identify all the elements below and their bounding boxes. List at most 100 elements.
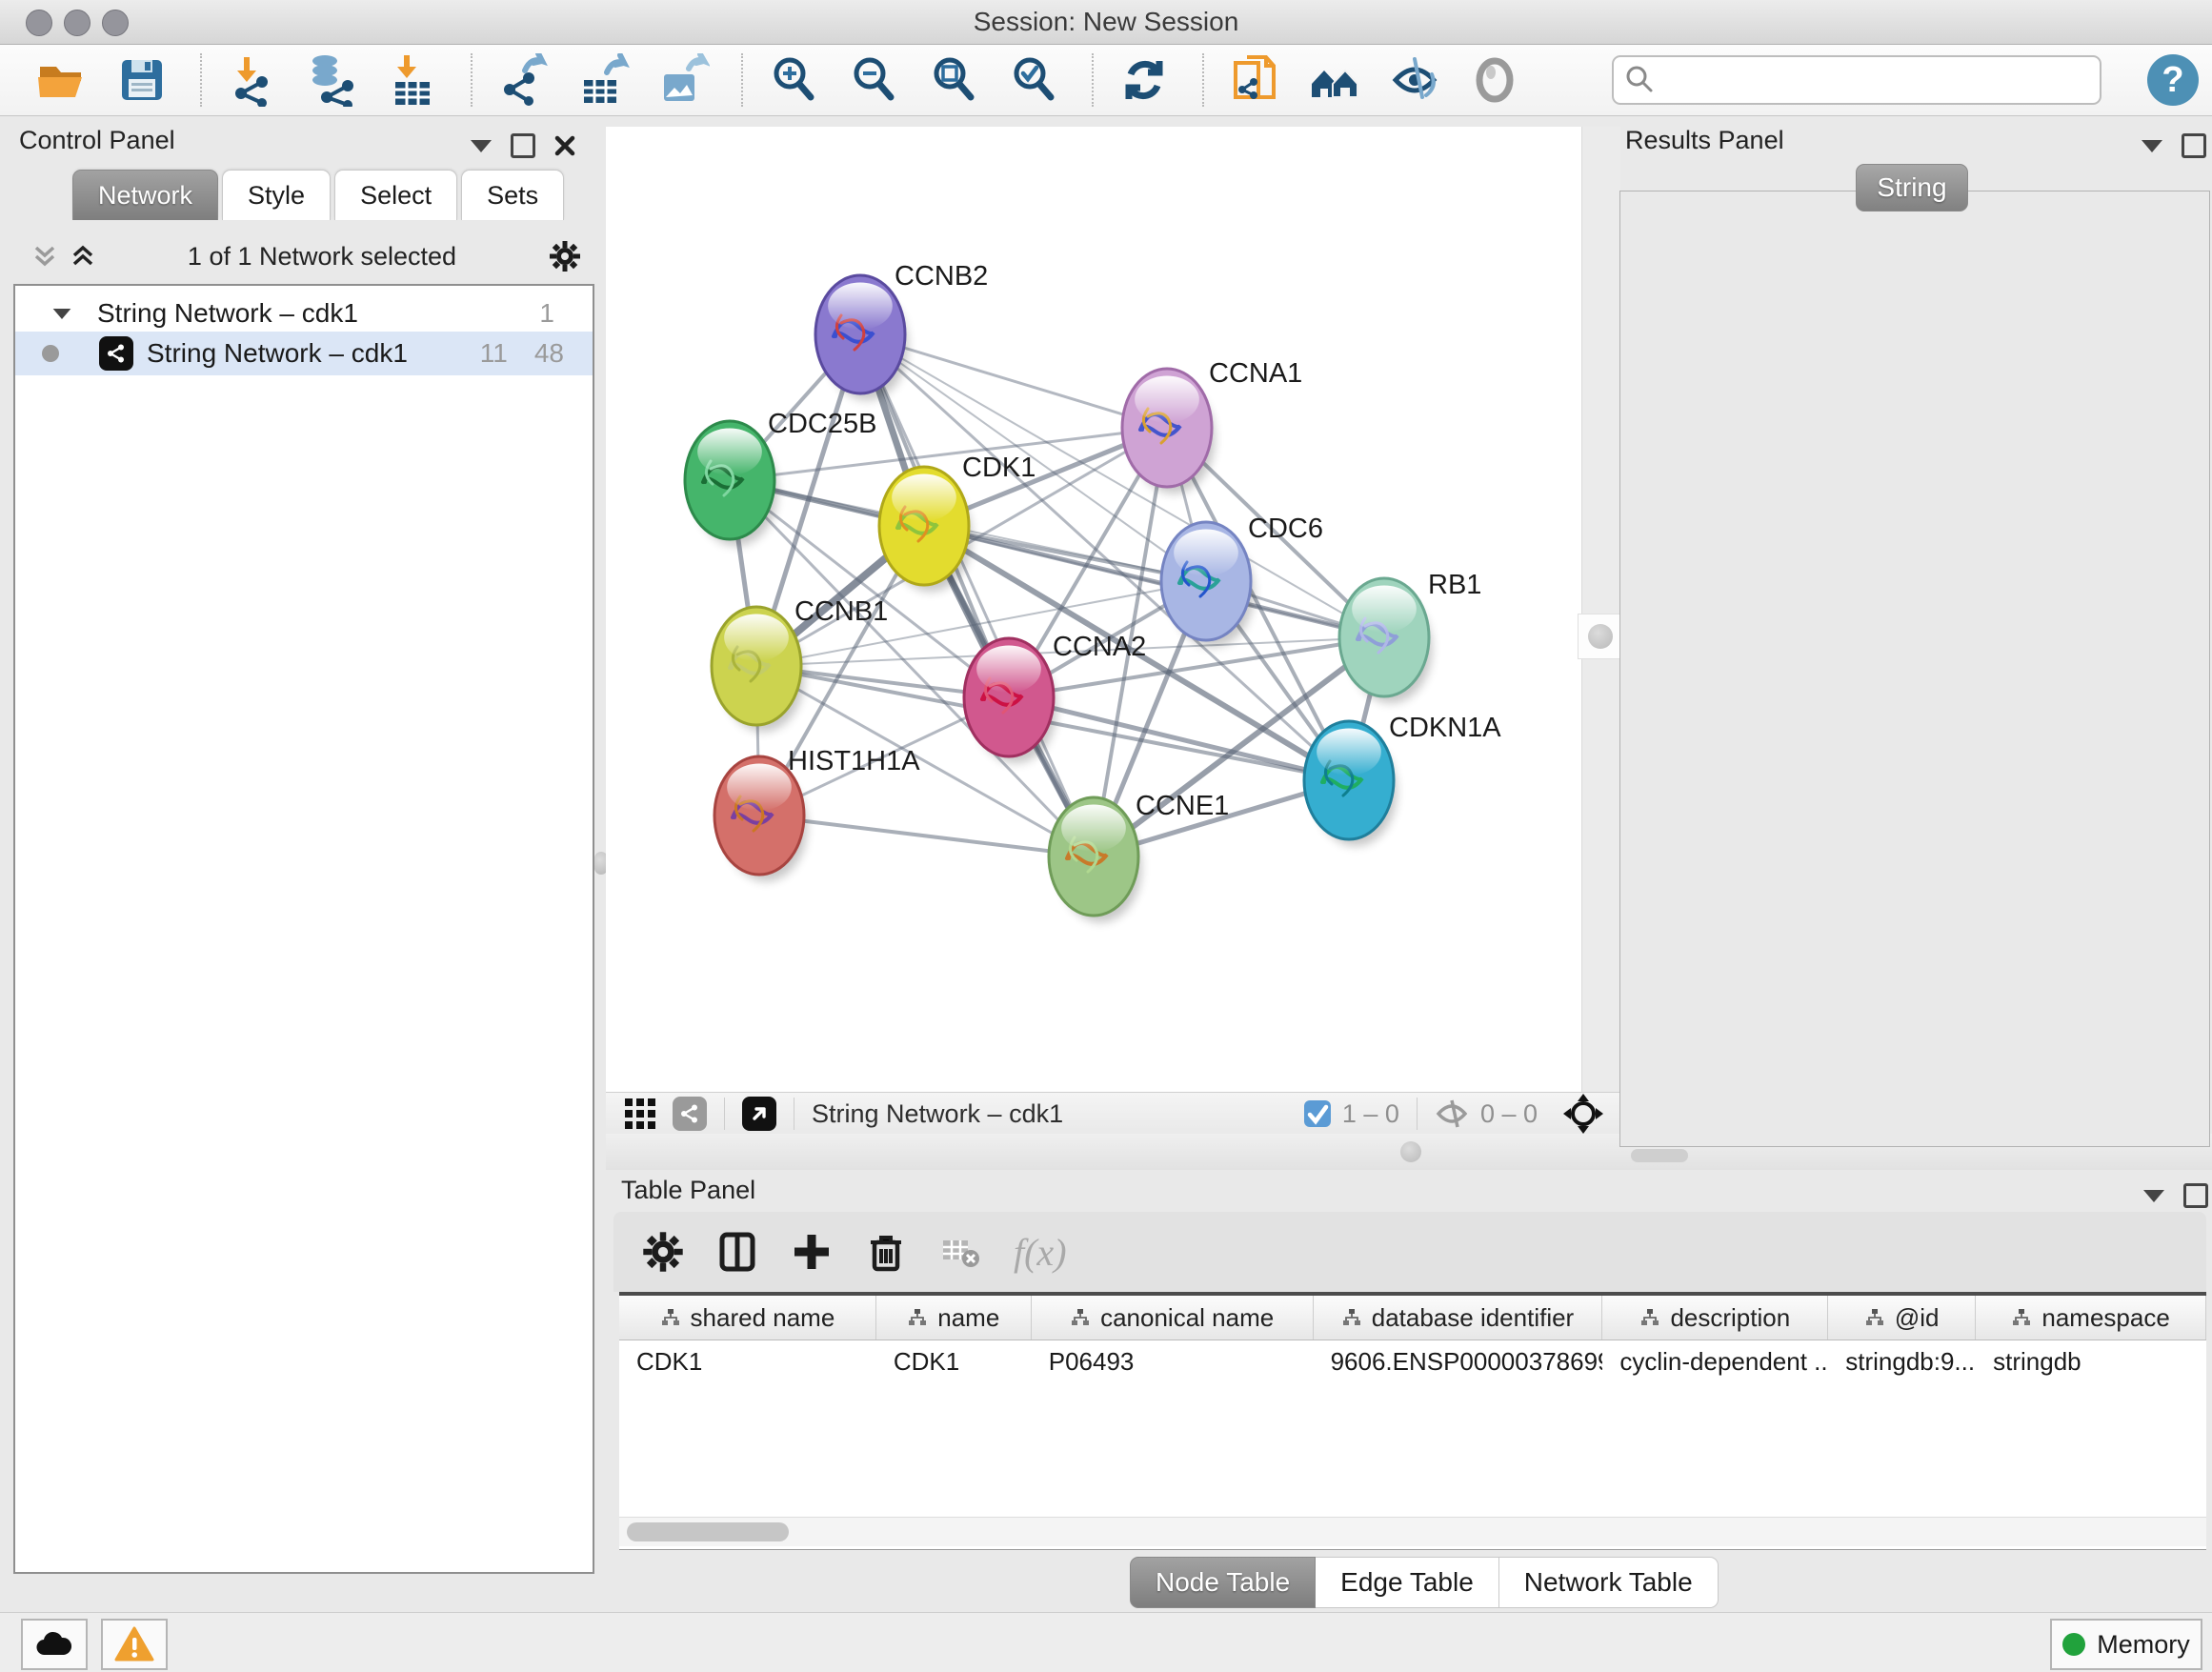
column-header-database-identifier[interactable]: database identifier [1314,1296,1603,1340]
column-header-name[interactable]: name [876,1296,1032,1340]
network-node-CDKN1A[interactable] [1304,721,1397,846]
show-all-button[interactable] [1467,52,1522,108]
column-header-label: database identifier [1372,1303,1574,1333]
canvas-right-scrollbar[interactable] [1581,127,1620,1092]
hide-selected-button[interactable] [1387,52,1442,108]
table-cell[interactable]: stringdb [1976,1340,2206,1382]
table-settings-button[interactable] [636,1225,690,1279]
network-node-CDC6[interactable] [1161,522,1254,647]
control-panel-menu-icon[interactable] [471,140,492,152]
refresh-button[interactable] [1116,52,1172,108]
table-cell[interactable]: stringdb:9... [1828,1340,1976,1382]
column-tree-icon [660,1307,681,1328]
trash-icon [865,1231,907,1273]
export-image-button[interactable] [655,52,711,108]
edge-HIST1H1A-CCNE1[interactable] [759,816,1094,856]
table-panel-menu-icon[interactable] [2143,1190,2164,1202]
results-scrollbar-thumb[interactable] [1631,1149,1688,1162]
results-panel-menu-icon[interactable] [2142,140,2162,152]
results-panel-body [1619,191,2210,1147]
edge-CCNB2-CCNE1[interactable] [860,334,1094,856]
table-hscrollbar-thumb[interactable] [627,1522,789,1541]
column-tree-icon [1639,1307,1660,1328]
import-network-file-button[interactable] [225,52,280,108]
tab-select[interactable]: Select [334,170,457,220]
birdseye-view-icon[interactable] [742,1097,776,1131]
network-collection-row[interactable]: String Network – cdk1 1 [15,292,593,335]
cloud-status-button[interactable] [21,1619,88,1670]
save-session-button[interactable] [114,52,170,108]
toolbar-separator [200,53,202,107]
help-button[interactable]: ? [2147,54,2199,106]
fit-selected-crosshair-icon[interactable] [1562,1093,1604,1135]
table-cell[interactable]: 9606.ENSP00000378699 [1314,1340,1603,1382]
first-neighbors-button[interactable] [1307,52,1362,108]
network-node-CCNE1[interactable] [1049,797,1141,922]
zoom-selected-button[interactable] [1006,52,1061,108]
table-panel-float-icon[interactable] [2183,1183,2208,1208]
column-header--id[interactable]: @id [1828,1296,1976,1340]
clone-network-button[interactable] [1227,52,1282,108]
table-cell[interactable]: P06493 [1032,1340,1314,1382]
column-header-description[interactable]: description [1602,1296,1828,1340]
save-icon [115,53,169,107]
table-cell[interactable]: CDK1 [619,1340,876,1382]
table-hscrollbar[interactable] [619,1517,2206,1546]
network-options-gear-icon[interactable] [549,240,581,272]
column-header-label: name [937,1303,999,1333]
tab-string[interactable]: String [1856,164,1968,212]
tab-edge-table[interactable]: Edge Table [1316,1557,1499,1608]
current-network-name: String Network – cdk1 [812,1099,1063,1129]
results-panel-float-icon[interactable] [2182,133,2206,158]
import-table-button[interactable] [385,52,440,108]
zoom-out-button[interactable] [846,52,901,108]
network-node-CCNB2[interactable] [815,275,908,400]
network-share-view-icon[interactable] [673,1097,707,1131]
table-cell[interactable]: cyclin-dependent ... [1602,1340,1828,1382]
control-panel-float-icon[interactable] [511,133,535,158]
right-splitter-handle[interactable] [1578,614,1623,659]
memory-button[interactable]: Memory [2050,1619,2202,1670]
delete-table-button[interactable] [934,1225,987,1279]
import-network-database-button[interactable] [305,52,360,108]
export-table-button[interactable] [575,52,631,108]
network-node-RB1[interactable] [1339,578,1432,703]
control-panel-close-icon[interactable] [554,135,575,156]
network-node-CCNA2[interactable] [964,638,1056,763]
node-table: shared name name canonical name database id… [619,1292,2206,1550]
network-node-CDK1[interactable] [879,467,972,592]
function-builder-icon[interactable]: f(x) [1014,1230,1067,1275]
delete-column-button[interactable] [859,1225,913,1279]
network-node-CCNB1[interactable] [712,607,804,732]
network-node-CCNA1[interactable] [1122,369,1215,494]
expand-all-networks-icon[interactable] [70,244,95,269]
zoom-fit-button[interactable] [926,52,981,108]
open-session-button[interactable] [34,52,90,108]
collection-collapse-icon[interactable] [53,308,71,318]
add-column-button[interactable] [785,1225,838,1279]
tab-node-table[interactable]: Node Table [1130,1557,1316,1608]
table-cell[interactable]: CDK1 [876,1340,1032,1382]
column-header-namespace[interactable]: namespace [1976,1296,2206,1340]
collapse-all-networks-icon[interactable] [32,244,57,269]
tab-style[interactable]: Style [222,170,331,220]
zoom-in-button[interactable] [766,52,821,108]
tab-network-table[interactable]: Network Table [1499,1557,1719,1608]
column-header-canonical-name[interactable]: canonical name [1032,1296,1314,1340]
column-header-shared-name[interactable]: shared name [619,1296,876,1340]
network-row-selected[interactable]: String Network – cdk1 11 48 [15,332,593,375]
tab-sets[interactable]: Sets [461,170,564,220]
search-input[interactable] [1612,55,2101,105]
tab-network[interactable]: Network [72,170,218,220]
selected-checkbox-icon[interactable] [1302,1098,1333,1129]
warnings-button[interactable] [101,1619,168,1670]
table-row[interactable]: CDK1CDK1P064939606.ENSP00000378699cyclin… [619,1340,2206,1382]
network-canvas[interactable]: CCNB2CCNA1CDC25BCDK1CDC6RB1CCNB1CCNA2CDK… [606,127,1581,1092]
refresh-icon [1117,53,1171,107]
grid-view-icon[interactable] [623,1097,657,1131]
search-icon [1625,65,1654,93]
network-node-CDC25B[interactable] [685,421,777,546]
control-panel-title: Control Panel [19,126,175,155]
export-network-button[interactable] [495,52,551,108]
show-columns-button[interactable] [711,1225,764,1279]
